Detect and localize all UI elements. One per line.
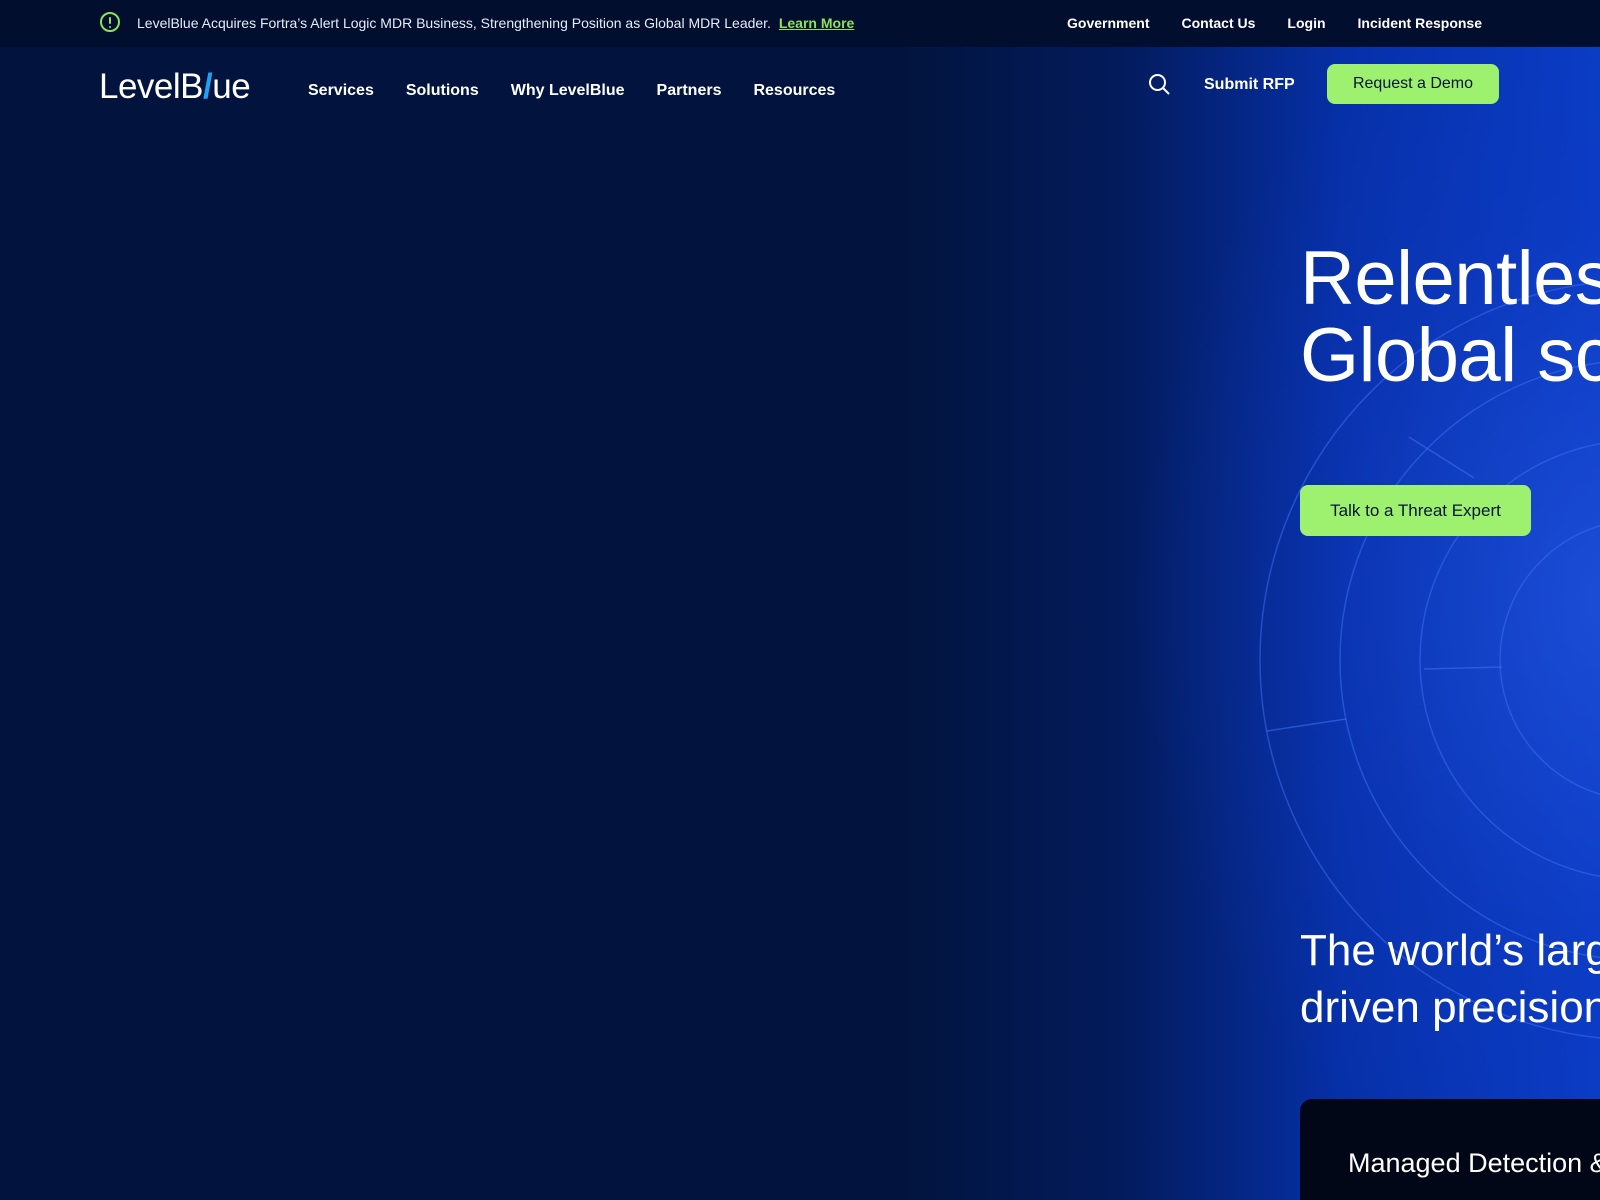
request-demo-button[interactable]: Request a Demo	[1327, 64, 1499, 104]
announcement-text: LevelBlue Acquires Fortra’s Alert Logic …	[137, 14, 854, 32]
hero-title: Relentless Global sc	[1300, 240, 1600, 394]
logo-text-end: ue	[212, 67, 251, 106]
hero-subtitle: The world’s larg driven precision	[1300, 922, 1600, 1036]
hero-title-line-1: Relentless	[1300, 236, 1600, 321]
utility-link-government[interactable]: Government	[1067, 14, 1149, 32]
hero-subtitle-line-2: driven precision	[1300, 983, 1600, 1032]
utility-nav: Government Contact Us Login Incident Res…	[1067, 14, 1482, 32]
nav-item-solutions[interactable]: Solutions	[406, 81, 479, 101]
nav-item-resources[interactable]: Resources	[753, 81, 835, 101]
nav-item-services[interactable]: Services	[308, 81, 374, 101]
hero-subtitle-line-1: The world’s larg	[1300, 926, 1600, 975]
main-nav: Services Solutions Why LevelBlue Partner…	[308, 81, 835, 101]
mdr-service-card[interactable]: Managed Detection &	[1300, 1099, 1600, 1200]
nav-item-why-levelblue[interactable]: Why LevelBlue	[511, 81, 625, 101]
search-icon[interactable]	[1148, 73, 1170, 95]
alert-circle-icon	[100, 12, 120, 32]
utility-link-login[interactable]: Login	[1287, 14, 1325, 32]
logo-text-start: LevelB	[99, 67, 204, 106]
levelblue-logo[interactable]: LevelB/ue	[99, 66, 251, 108]
mdr-card-title: Managed Detection &	[1348, 1148, 1600, 1178]
talk-to-threat-expert-button[interactable]: Talk to a Threat Expert	[1300, 485, 1531, 536]
announcement-message: LevelBlue Acquires Fortra’s Alert Logic …	[137, 15, 771, 31]
utility-link-incident-response[interactable]: Incident Response	[1358, 14, 1482, 32]
logo-slash: /	[203, 67, 213, 106]
utility-link-contact-us[interactable]: Contact Us	[1182, 14, 1256, 32]
learn-more-link[interactable]: Learn More	[779, 15, 854, 31]
nav-item-partners[interactable]: Partners	[657, 81, 722, 101]
hero-title-line-2: Global sc	[1300, 313, 1600, 398]
submit-rfp-link[interactable]: Submit RFP	[1204, 75, 1295, 95]
announcement-bar: LevelBlue Acquires Fortra’s Alert Logic …	[0, 0, 1600, 47]
